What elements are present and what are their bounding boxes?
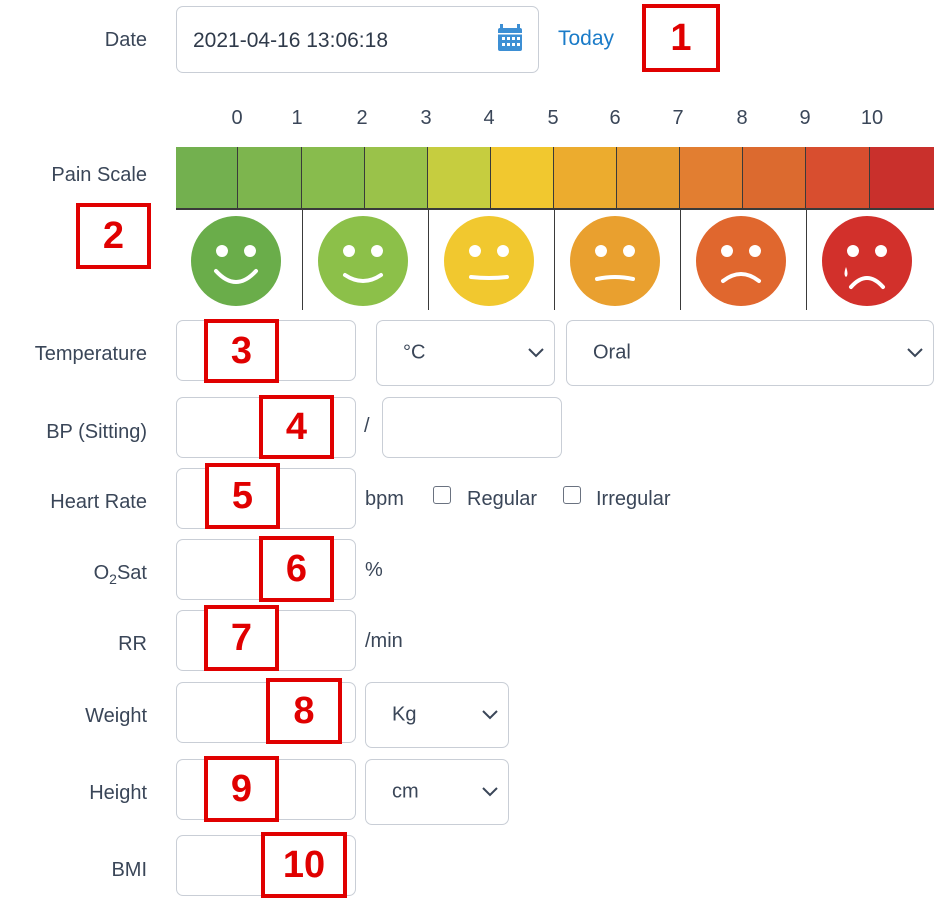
pain-tick: 6 [609,107,621,129]
annotation-badge: 4 [259,395,334,459]
annotation-badge: 8 [266,678,342,744]
o2sat-label: O2Sat [0,562,147,587]
pain-segment[interactable] [238,147,302,209]
slight-frown-face-icon[interactable] [569,215,661,307]
pain-tick: 3 [420,107,432,129]
rr-label: RR [118,633,147,655]
o2sat-label-main: O [93,562,110,584]
temperature-site-select[interactable]: Oral [566,320,934,386]
chevron-down-icon [482,787,498,797]
pain-segment[interactable] [617,147,680,209]
irregular-checkbox[interactable] [563,486,581,504]
annotation-badge: 9 [204,756,279,822]
date-label: Date [104,29,147,51]
pain-segment[interactable] [680,147,743,209]
pain-segment[interactable] [806,147,870,209]
annotation-badge: 3 [204,319,279,383]
pain-tick: 10 [860,107,884,129]
frown-face-icon[interactable] [695,215,787,307]
pain-tick: 4 [483,107,495,129]
date-input[interactable]: 2021-04-16 13:06:18 [176,6,539,73]
temperature-unit-value: °C [403,341,426,364]
bp-label: BP (Sitting) [46,421,147,443]
regular-label: Regular [467,488,538,510]
crying-face-icon[interactable] [821,215,913,307]
annotation-badge: 6 [259,536,334,602]
annotation-badge: 10 [261,832,347,898]
pain-tick: 7 [672,107,684,129]
pain-segment[interactable] [870,147,934,209]
pain-tick: 9 [799,107,811,129]
pain-segment[interactable] [428,147,491,209]
pain-segment[interactable] [743,147,806,209]
heart-rate-label: Heart Rate [50,491,147,513]
pain-tick: 2 [356,107,368,129]
pain-segment[interactable] [491,147,554,209]
face-divider [806,209,807,310]
calendar-icon[interactable] [497,24,523,52]
pain-tick: 0 [231,107,243,129]
chevron-down-icon [528,348,544,358]
smile-face-icon[interactable] [317,215,409,307]
pain-scale-label: Pain Scale [51,164,147,186]
temperature-site-value: Oral [593,341,631,364]
bp-separator: / [364,415,370,437]
weight-unit-value: Kg [392,703,417,726]
o2sat-unit: % [365,559,383,581]
pain-tick: 8 [736,107,748,129]
neutral-face-icon[interactable] [443,215,535,307]
annotation-badge: 5 [205,463,280,529]
pain-segment[interactable] [176,147,238,209]
o2sat-label-tail: Sat [116,562,147,584]
pain-segment[interactable] [365,147,428,209]
chevron-down-icon [482,710,498,720]
height-unit-value: cm [392,780,419,803]
weight-label: Weight [85,705,147,727]
smile-face-icon[interactable] [190,215,282,307]
height-label: Height [89,782,147,804]
rr-unit: /min [365,630,403,652]
weight-unit-select[interactable]: Kg [365,682,509,748]
pain-tick: 1 [291,107,303,129]
height-unit-select[interactable]: cm [365,759,509,825]
bp-diastolic-input[interactable] [382,397,562,458]
regular-checkbox[interactable] [433,486,451,504]
date-value: 2021-04-16 13:06:18 [193,29,388,52]
annotation-badge: 2 [76,203,151,269]
face-divider [302,209,303,310]
annotation-badge: 7 [204,605,279,671]
bmi-label: BMI [111,859,147,881]
face-divider [428,209,429,310]
irregular-label: Irregular [596,488,671,510]
temperature-unit-select[interactable]: °C [376,320,555,386]
heart-rate-unit: bpm [365,488,404,510]
face-divider [680,209,681,310]
face-divider [554,209,555,310]
o2sat-label-sub: 2 [109,571,117,587]
pain-segment[interactable] [554,147,617,209]
today-link[interactable]: Today [558,27,614,51]
pain-tick: 5 [547,107,559,129]
annotation-badge: 1 [642,4,720,72]
pain-segment[interactable] [302,147,365,209]
pain-scale-baseline [176,208,934,210]
temperature-label: Temperature [34,343,147,365]
chevron-down-icon [907,348,923,358]
